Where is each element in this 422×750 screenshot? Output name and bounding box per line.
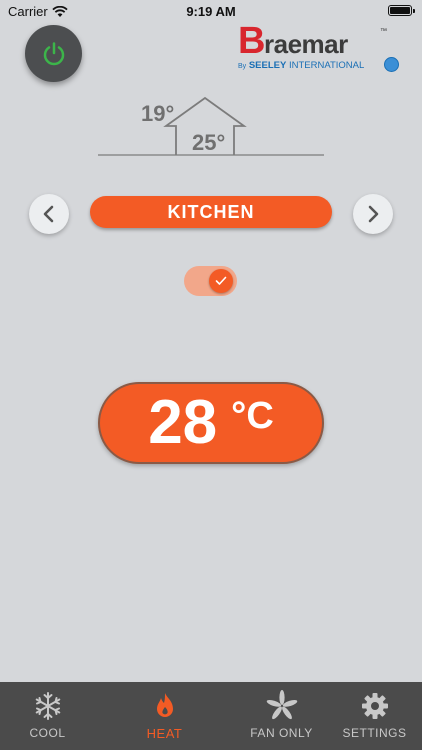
setpoint-unit: °C (231, 394, 274, 437)
power-button[interactable] (25, 25, 82, 82)
globe-icon (384, 57, 399, 72)
outdoor-temperature: 19° (141, 101, 175, 126)
tab-cool[interactable]: COOL (0, 682, 100, 750)
snowflake-icon (35, 692, 60, 720)
previous-zone-button[interactable] (29, 194, 69, 234)
next-zone-button[interactable] (353, 194, 393, 234)
zone-enable-toggle[interactable] (184, 266, 237, 296)
tab-heat[interactable]: HEAT (112, 682, 217, 750)
tab-heat-label: HEAT (146, 726, 183, 741)
brand-name: raemar (264, 29, 348, 59)
temperature-setpoint[interactable]: 28 °C (98, 382, 324, 464)
tab-cool-label: COOL (29, 726, 66, 740)
tab-fan-only-label: FAN ONLY (250, 726, 313, 740)
brand-tagline: By SEELEY INTERNATIONAL (238, 60, 365, 71)
indoor-temperature: 25° (192, 130, 226, 155)
tab-settings[interactable]: SETTINGS (322, 682, 422, 750)
check-icon (215, 276, 227, 285)
toggle-knob (209, 269, 233, 293)
power-icon (43, 41, 64, 65)
battery-icon (388, 5, 415, 16)
status-time: 9:19 AM (186, 4, 236, 19)
tab-settings-label: SETTINGS (342, 726, 407, 740)
status-bar: Carrier 9:19 AM (0, 0, 422, 22)
zone-name[interactable]: KITCHEN (90, 196, 332, 228)
fan-icon (266, 690, 297, 720)
chevron-right-icon (368, 205, 379, 223)
chevron-left-icon (43, 205, 54, 223)
brand-initial: B (238, 20, 266, 62)
flame-icon (156, 693, 173, 717)
brand-trademark: ™ (380, 28, 387, 35)
brand-logo: B raemar ™ By SEELEY INTERNATIONAL (228, 20, 399, 74)
tab-fan-only[interactable]: FAN ONLY (229, 682, 334, 750)
gear-icon (361, 693, 388, 719)
setpoint-value: 28 (148, 388, 218, 457)
bottom-navigation: COOL HEAT FAN ONLY SETTINGS (0, 682, 422, 750)
